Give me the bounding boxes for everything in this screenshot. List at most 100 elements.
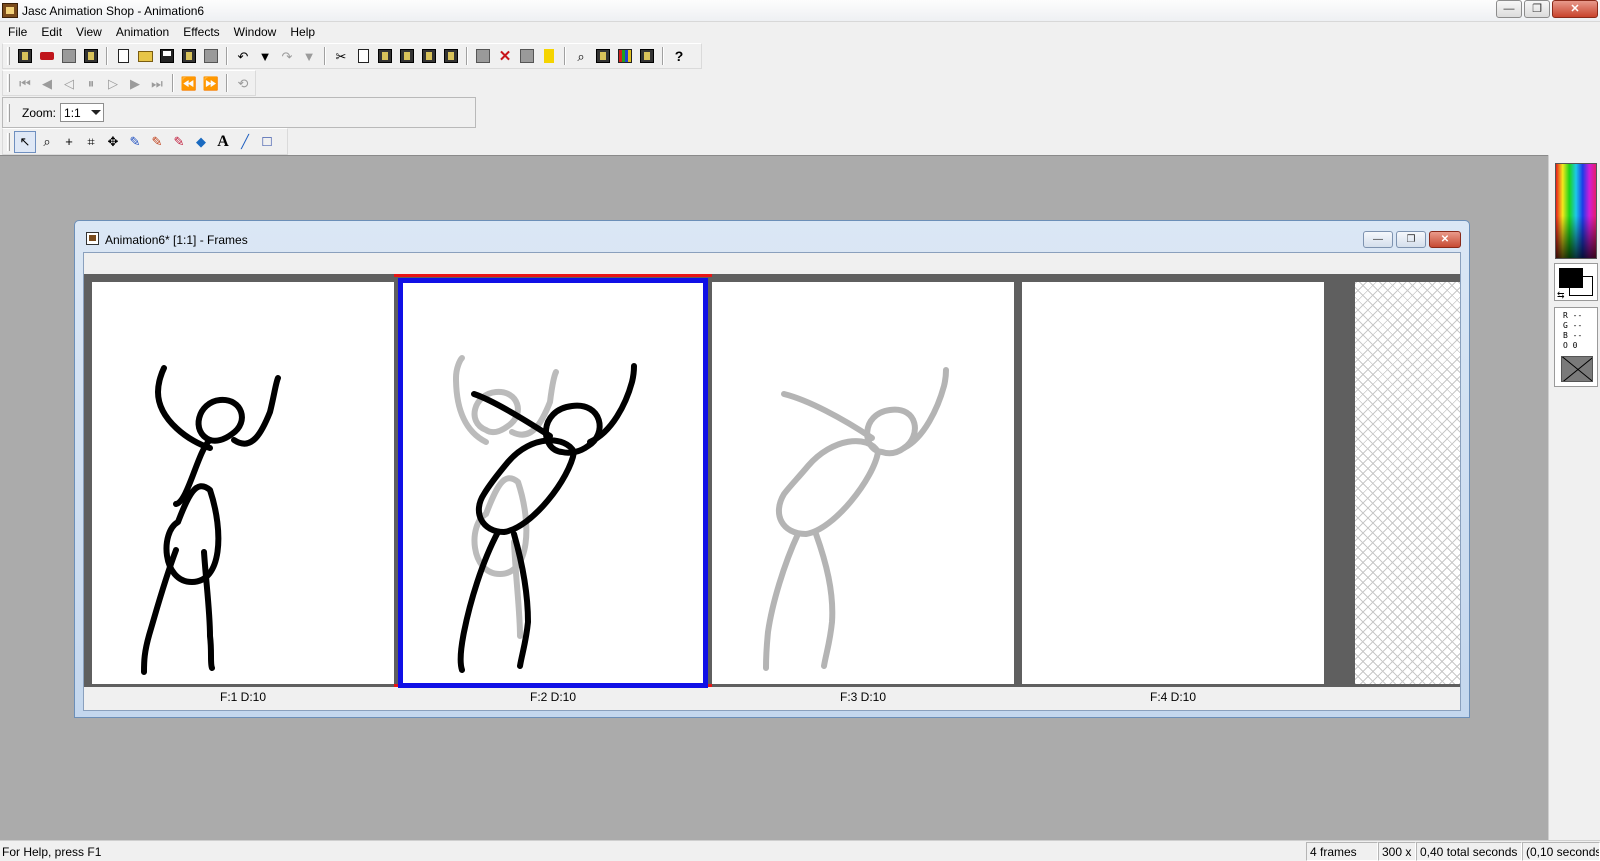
toolbar-grip[interactable]	[7, 103, 10, 122]
close-button[interactable]: ✕	[1552, 0, 1598, 18]
transition-icon	[544, 49, 554, 63]
dropper-tool[interactable]: ✎	[124, 131, 146, 153]
line-icon: ╱	[241, 134, 249, 149]
zoom-tool[interactable]: ⌕	[36, 131, 58, 153]
rectangle-icon: □	[262, 133, 272, 150]
frame-3[interactable]	[712, 282, 1014, 684]
restore-button[interactable]: ❐	[1524, 0, 1550, 18]
toolbar-separator	[564, 47, 566, 65]
copy-button[interactable]	[352, 45, 374, 67]
cut-button[interactable]: ✂	[330, 45, 352, 67]
undo-button[interactable]: ↶	[232, 45, 254, 67]
menu-edit[interactable]: Edit	[34, 25, 69, 39]
swap-colors-icon[interactable]: ⇆	[1557, 290, 1565, 301]
scroll-right-button[interactable]: ⏩	[200, 72, 222, 94]
context-help-button[interactable]: ?	[668, 45, 690, 67]
status-frame-count: 4 frames	[1306, 842, 1378, 861]
toolbar-separator	[662, 47, 664, 65]
empty-frame-slot[interactable]	[1355, 282, 1460, 684]
transition-button[interactable]	[538, 45, 560, 67]
play-button[interactable]: ▷	[102, 72, 124, 94]
pause-button[interactable]: ⏸	[80, 72, 102, 94]
paste-before-button[interactable]	[396, 45, 418, 67]
frame-1[interactable]	[92, 282, 394, 684]
save-icon	[160, 49, 174, 63]
loop-button[interactable]: ⟲	[232, 72, 254, 94]
toolbar-grip[interactable]	[7, 47, 10, 65]
minimize-button[interactable]: —	[1496, 0, 1522, 18]
status-frame-time: (0,10 seconds)	[1522, 842, 1600, 861]
pointer-icon: ↖	[19, 134, 31, 149]
animation-wizard-button[interactable]	[14, 45, 36, 67]
frame-3-label: F:3 D:10	[839, 690, 887, 704]
insert-frames-button[interactable]	[472, 45, 494, 67]
menu-help[interactable]: Help	[283, 25, 322, 39]
menu-window[interactable]: Window	[227, 25, 284, 39]
banner-icon	[40, 52, 54, 60]
last-frame-button[interactable]: ⏭	[146, 72, 168, 94]
status-help-text: For Help, press F1	[2, 845, 102, 859]
move-arrows-icon: ✥	[107, 134, 119, 149]
flood-fill-tool[interactable]: ◆	[190, 131, 212, 153]
delete-frames-button[interactable]: ✕	[494, 45, 516, 67]
print-button[interactable]	[200, 45, 222, 67]
open-button[interactable]	[134, 45, 156, 67]
frame-2-label: F:2 D:10	[529, 690, 577, 704]
toolbar-separator	[466, 47, 468, 65]
transparent-color-swatch[interactable]	[1561, 356, 1593, 382]
color-picker[interactable]	[1555, 163, 1597, 259]
first-frame-icon: ⏮	[19, 75, 31, 91]
child-close-button[interactable]: ✕	[1429, 231, 1461, 248]
shapes-tool[interactable]: □	[256, 131, 278, 153]
menu-effects[interactable]: Effects	[176, 25, 226, 39]
paste-after-button[interactable]	[418, 45, 440, 67]
filmstrip-button[interactable]	[636, 45, 658, 67]
play-backward-button[interactable]: ◁	[58, 72, 80, 94]
new-button[interactable]	[112, 45, 134, 67]
view-animation-button[interactable]: ⌕	[570, 45, 592, 67]
mover-tool[interactable]: ✥	[102, 131, 124, 153]
prev-frame-button[interactable]: ◀	[36, 72, 58, 94]
menu-file[interactable]: File	[1, 25, 34, 39]
paste-button[interactable]	[374, 45, 396, 67]
next-frame-button[interactable]: ▶	[124, 72, 146, 94]
toolbar-grip[interactable]	[7, 132, 10, 151]
toolbar-grip[interactable]	[7, 74, 10, 92]
frame-4-label: F:4 D:10	[1149, 690, 1197, 704]
banner-wizard-button[interactable]	[36, 45, 58, 67]
redo-dropdown[interactable]: ▼	[298, 45, 320, 67]
palette-button[interactable]	[614, 45, 636, 67]
foreground-color-swatch[interactable]	[1559, 268, 1583, 288]
replace-frames-button[interactable]	[516, 45, 538, 67]
arrow-tool[interactable]: ↖	[14, 130, 36, 153]
menu-view[interactable]: View	[69, 25, 109, 39]
frame-4[interactable]	[1022, 282, 1324, 684]
frame-2-thumbnail	[453, 355, 637, 673]
menu-animation[interactable]: Animation	[109, 25, 176, 39]
text-tool[interactable]: A	[212, 131, 234, 153]
undo-dropdown[interactable]: ▼	[254, 45, 276, 67]
scroll-left-button[interactable]: ⏪	[178, 72, 200, 94]
blue-value: B --	[1563, 331, 1583, 340]
step-back-icon: ◀	[42, 75, 52, 91]
child-restore-button[interactable]: ❐	[1396, 231, 1426, 248]
save-button[interactable]	[156, 45, 178, 67]
eraser-tool[interactable]: ✎	[168, 131, 190, 153]
frame-1-thumbnail	[141, 365, 281, 675]
redo-button[interactable]: ↷	[276, 45, 298, 67]
frame-2[interactable]	[398, 278, 708, 688]
child-minimize-button[interactable]: —	[1363, 231, 1393, 248]
paintbrush-tool[interactable]: ✎	[146, 131, 168, 153]
paste-into-button[interactable]	[440, 45, 462, 67]
line-tool[interactable]: ╱	[234, 131, 256, 153]
zoom-select[interactable]: 1:1	[60, 103, 105, 122]
optimize-button[interactable]	[58, 45, 80, 67]
frame-properties-button[interactable]	[592, 45, 614, 67]
save-as-button[interactable]	[178, 45, 200, 67]
fill-bucket-icon: ◆	[196, 134, 206, 149]
first-frame-button[interactable]: ⏮	[14, 72, 36, 94]
move-tool[interactable]: +	[58, 131, 80, 153]
crop-tool[interactable]: ⌗	[80, 131, 102, 153]
video-button[interactable]	[80, 45, 102, 67]
frames-window-title-bar[interactable]: Animation6* [1:1] - Frames — ❐ ✕	[75, 221, 1469, 251]
